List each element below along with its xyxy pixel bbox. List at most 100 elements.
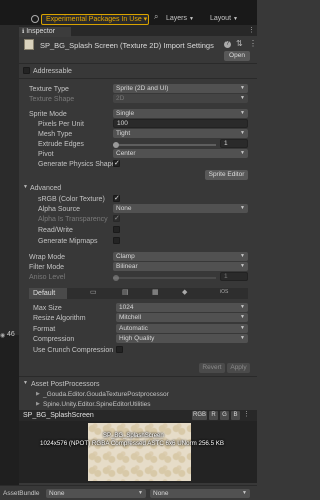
- asset-bundle-variant-dropdown[interactable]: None ▼: [150, 489, 250, 498]
- wrap-mode-value: Clamp: [116, 253, 135, 260]
- chevron-down-icon: ▼: [240, 130, 245, 136]
- tab-menu-icon[interactable]: ⋮: [248, 27, 255, 34]
- filter-mode-dropdown[interactable]: Bilinear ▼: [113, 262, 248, 271]
- aniso-level-slider-handle: [113, 275, 119, 281]
- mesh-type-dropdown[interactable]: Tight ▼: [113, 129, 248, 138]
- texture-type-dropdown[interactable]: Sprite (2D and UI) ▼: [113, 84, 248, 93]
- red-channel-button[interactable]: R: [209, 411, 218, 420]
- format-label: Format: [33, 326, 56, 333]
- visibility-icon[interactable]: ◉: [0, 333, 5, 339]
- texture-type-value: Sprite (2D and UI): [116, 85, 169, 92]
- experimental-packages-button[interactable]: Experimental Packages In Use ▾: [41, 14, 149, 25]
- asset-bundle-dropdown[interactable]: None ▼: [46, 489, 146, 498]
- texture-shape-label: Texture Shape: [29, 96, 75, 103]
- compression-dropdown[interactable]: High Quality ▼: [116, 334, 248, 343]
- srgb-checkbox[interactable]: [113, 194, 120, 202]
- extrude-edges-slider[interactable]: [113, 144, 216, 146]
- divider: [19, 63, 257, 64]
- sprite-editor-button[interactable]: Sprite Editor: [205, 170, 248, 180]
- texture-shape-dropdown: 2D ▼: [113, 94, 248, 103]
- revert-button[interactable]: Revert: [199, 363, 225, 373]
- more-options-icon[interactable]: ⋮: [249, 40, 257, 48]
- blue-channel-button[interactable]: B: [231, 411, 240, 420]
- chevron-down-icon: ▼: [232, 16, 238, 22]
- chevron-down-icon: ▼: [240, 150, 245, 156]
- preview-menu-icon[interactable]: ⋮: [243, 411, 250, 418]
- chevron-down-icon: ▼: [240, 325, 245, 331]
- alpha-is-transparency-label: Alpha Is Transparency: [38, 216, 108, 223]
- pixels-per-unit-label: Pixels Per Unit: [38, 121, 84, 128]
- advanced-foldout-label[interactable]: Advanced: [30, 185, 61, 192]
- addressable-label: Addressable: [33, 68, 72, 75]
- preview-image-name: SP_BG_SplashScreen: [103, 433, 164, 439]
- generate-physics-shape-checkbox[interactable]: [113, 159, 120, 167]
- foldout-arrow-icon[interactable]: ▶: [36, 402, 40, 407]
- chevron-down-icon: ▼: [138, 490, 143, 496]
- format-value: Automatic: [119, 325, 148, 332]
- alpha-source-dropdown[interactable]: None ▼: [113, 204, 248, 213]
- layers-dropdown[interactable]: Layers ▼: [166, 15, 194, 22]
- resize-algorithm-dropdown[interactable]: Mitchell ▼: [116, 313, 248, 322]
- read-write-label: Read/Write: [38, 227, 73, 234]
- layout-dropdown[interactable]: Layout ▼: [210, 15, 238, 22]
- layers-label: Layers: [166, 15, 188, 22]
- preview-image-info: 1024x576 (NPOT) RGBA Compressed ASTC 6x6…: [40, 440, 224, 447]
- postprocessor-item[interactable]: _Gouda.Editor.GoudaTexturePostprocessor: [43, 391, 169, 399]
- android-platform-icon[interactable]: ◆: [182, 289, 187, 296]
- extrude-edges-label: Extrude Edges: [38, 141, 84, 148]
- addressable-checkbox[interactable]: [23, 67, 30, 74]
- texture-asset-icon: [24, 39, 34, 50]
- open-button[interactable]: Open: [224, 51, 250, 61]
- pivot-dropdown[interactable]: Center ▼: [113, 149, 248, 158]
- help-icon[interactable]: ?: [224, 41, 231, 48]
- max-size-label: Max Size: [33, 305, 62, 312]
- resize-algorithm-value: Mitchell: [119, 314, 142, 321]
- asset-bundle-label: AssetBundle: [3, 490, 40, 497]
- search-icon[interactable]: ⌕: [154, 13, 158, 21]
- mesh-type-value: Tight: [116, 130, 131, 137]
- asset-bundle-variant-value: None: [153, 490, 169, 497]
- wrap-mode-dropdown[interactable]: Clamp ▼: [113, 252, 248, 261]
- green-channel-button[interactable]: G: [220, 411, 229, 420]
- pivot-value: Center: [116, 150, 136, 157]
- tab-inspector[interactable]: ℹ Inspector: [19, 27, 71, 37]
- mesh-type-label: Mesh Type: [38, 131, 73, 138]
- postprocessor-item[interactable]: Spine.Unity.Editor.SpineEditorUtilities: [43, 401, 151, 409]
- ios-platform-icon[interactable]: iOS: [220, 290, 228, 295]
- preset-icon[interactable]: ⇅: [236, 40, 243, 48]
- use-crunch-compression-checkbox[interactable]: [116, 346, 123, 353]
- page-title: SP_BG_Splash Screen (Texture 2D) Import …: [40, 41, 214, 50]
- chevron-down-icon: ▼: [240, 314, 245, 320]
- postprocessors-foldout-arrow-icon[interactable]: ▼: [23, 381, 28, 386]
- tab-default[interactable]: Default: [29, 288, 67, 299]
- chevron-down-icon: ▼: [240, 95, 245, 101]
- chevron-down-icon: ▼: [240, 335, 245, 341]
- server-platform-icon[interactable]: ▦: [152, 289, 159, 296]
- apply-button[interactable]: Apply: [227, 363, 250, 373]
- format-dropdown[interactable]: Automatic ▼: [116, 324, 248, 333]
- max-size-dropdown[interactable]: 1024 ▼: [116, 303, 248, 312]
- chevron-down-icon: ▼: [240, 263, 245, 269]
- extrude-edges-field[interactable]: 1: [220, 139, 248, 148]
- aniso-level-label: Aniso Level: [29, 274, 66, 281]
- foldout-arrow-icon[interactable]: ▶: [36, 392, 40, 397]
- texture-shape-value: 2D: [116, 95, 125, 102]
- wrap-mode-label: Wrap Mode: [29, 254, 66, 261]
- sprite-mode-dropdown[interactable]: Single ▼: [113, 109, 248, 118]
- divider: [19, 78, 257, 79]
- rgb-channel-button[interactable]: RGB: [192, 411, 207, 420]
- generate-mipmaps-checkbox[interactable]: [113, 237, 120, 244]
- advanced-foldout-arrow-icon[interactable]: ▼: [23, 185, 28, 190]
- webgl-platform-icon[interactable]: ▤: [122, 289, 129, 296]
- sprite-mode-value: Single: [116, 110, 135, 117]
- divider: [19, 376, 257, 377]
- compression-value: High Quality: [119, 335, 155, 342]
- asset-postprocessors-title[interactable]: Asset PostProcessors: [31, 381, 99, 388]
- extrude-edges-slider-handle[interactable]: [113, 142, 119, 148]
- read-write-checkbox[interactable]: [113, 226, 120, 233]
- pixels-per-unit-field[interactable]: 100: [113, 119, 248, 128]
- standalone-platform-icon[interactable]: ▭: [90, 289, 97, 296]
- history-icon[interactable]: [31, 15, 39, 23]
- chevron-down-icon: ▼: [188, 16, 194, 22]
- resize-algorithm-label: Resize Algorithm: [33, 315, 86, 322]
